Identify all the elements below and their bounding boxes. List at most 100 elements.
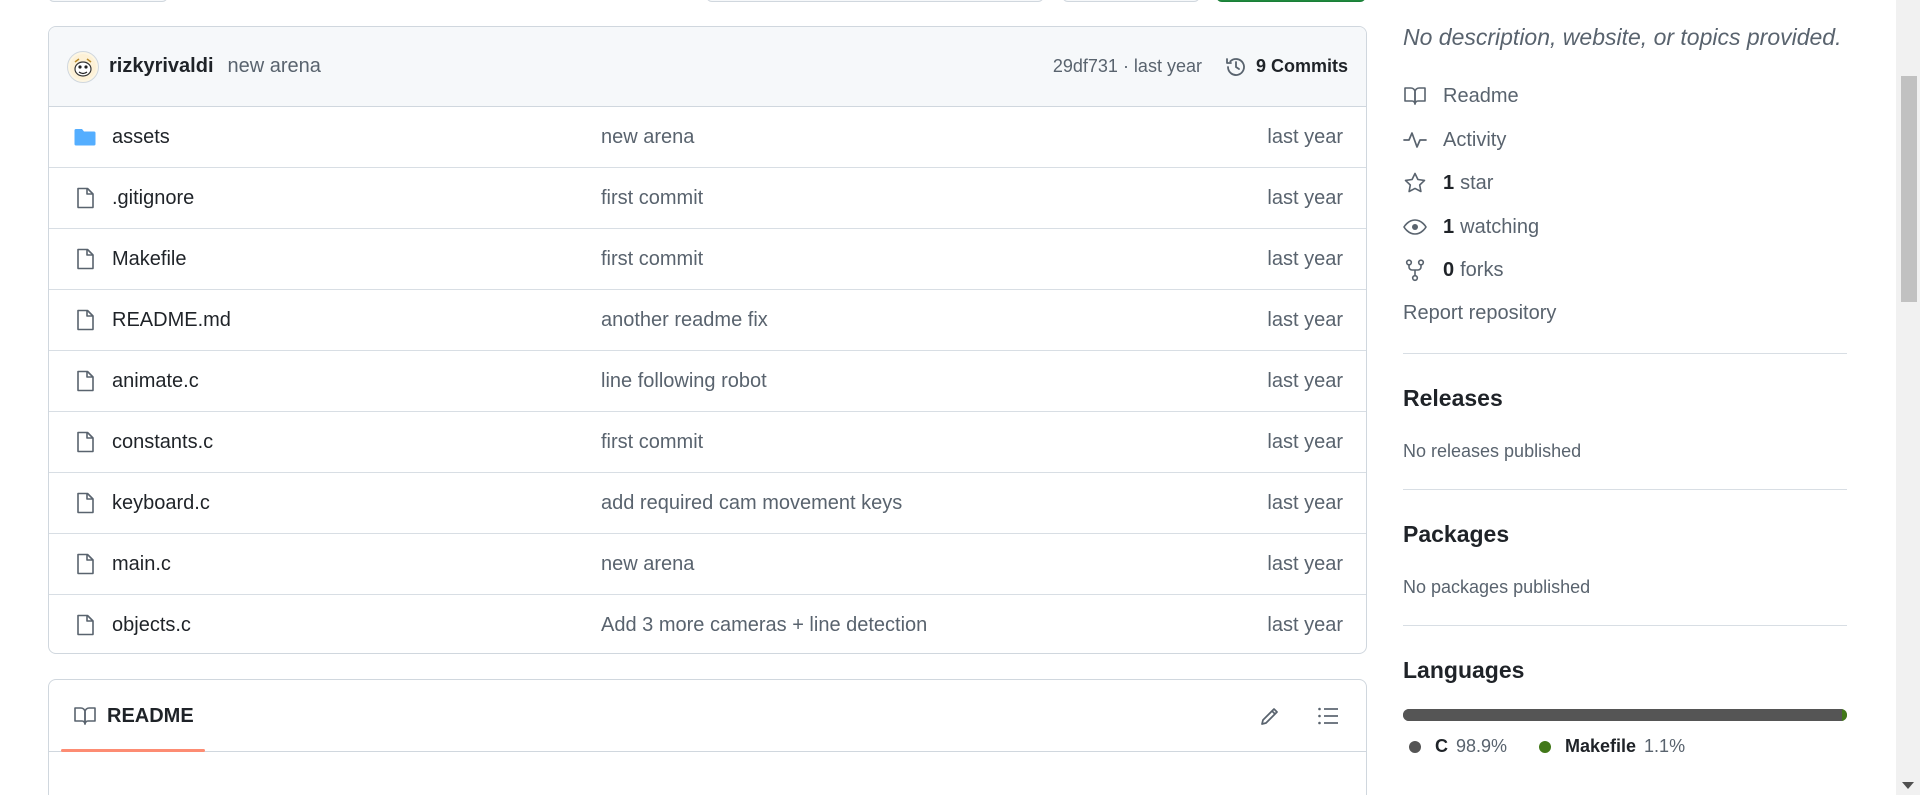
file-name-link[interactable]: constants.c xyxy=(112,431,213,454)
avatar[interactable] xyxy=(67,50,99,83)
add-file-button[interactable] xyxy=(1062,0,1200,2)
language-c-link[interactable]: C 98.9% xyxy=(1409,736,1507,757)
folder-icon xyxy=(73,125,97,149)
file-row[interactable]: assets new arena last year xyxy=(49,107,1366,168)
file-commit-time: last year xyxy=(1267,125,1343,148)
language-bar-segment-c[interactable] xyxy=(1403,709,1843,721)
file-row[interactable]: animate.c line following robot last year xyxy=(49,351,1366,412)
file-commit-message-link[interactable]: first commit xyxy=(601,431,703,454)
file-name-link[interactable]: assets xyxy=(112,126,170,149)
activity-link-label: Activity xyxy=(1443,128,1507,151)
file-icon xyxy=(73,247,97,271)
file-icon xyxy=(77,431,94,453)
activity-link[interactable]: Activity xyxy=(1403,128,1506,152)
commit-message-link[interactable]: new arena xyxy=(228,55,321,78)
language-bar xyxy=(1403,709,1847,721)
language-bar-segment-makefile[interactable] xyxy=(1842,709,1847,721)
file-name-link[interactable]: .gitignore xyxy=(112,187,194,210)
code-button[interactable] xyxy=(1216,0,1366,2)
file-row[interactable]: Makefile first commit last year xyxy=(49,229,1366,290)
readme-box: README xyxy=(48,679,1367,795)
readme-tab-underline xyxy=(61,749,205,752)
page-scrollbar[interactable] xyxy=(1896,0,1920,795)
report-repository-link[interactable]: Report repository xyxy=(1403,302,1556,325)
file-commit-time: last year xyxy=(1267,430,1343,453)
go-to-file-input[interactable] xyxy=(706,0,1044,2)
scroll-down-arrow-icon[interactable] xyxy=(1902,782,1914,789)
file-name-link[interactable]: main.c xyxy=(112,553,171,576)
file-name-link[interactable]: animate.c xyxy=(112,370,199,393)
file-commit-time: last year xyxy=(1267,247,1343,270)
readme-link[interactable]: Readme xyxy=(1403,84,1519,108)
releases-heading[interactable]: Releases xyxy=(1403,385,1503,412)
file-commit-message-link[interactable]: line following robot xyxy=(601,370,767,393)
stars-count: 1 xyxy=(1443,171,1455,194)
file-icon xyxy=(77,370,94,392)
file-name-link[interactable]: keyboard.c xyxy=(112,492,210,515)
commits-count-label: 9 Commits xyxy=(1255,56,1348,76)
file-row[interactable]: objects.c Add 3 more cameras + line detec… xyxy=(49,595,1366,653)
language-c-dot xyxy=(1409,740,1421,753)
branch-button[interactable] xyxy=(48,0,168,2)
book-icon xyxy=(74,707,96,725)
file-commit-message-link[interactable]: another readme fix xyxy=(601,309,768,332)
file-row[interactable]: README.md another readme fix last year xyxy=(49,290,1366,351)
file-commit-message-link[interactable]: first commit xyxy=(601,187,703,210)
commit-author-link[interactable]: rizkyrivaldi xyxy=(109,55,214,78)
file-commit-message-link[interactable]: first commit xyxy=(601,248,703,271)
file-commit-message-link[interactable]: new arena xyxy=(601,126,694,149)
file-icon xyxy=(73,552,97,576)
languages-heading: Languages xyxy=(1403,657,1525,683)
file-commit-message-link[interactable]: new arena xyxy=(601,553,694,576)
file-icon xyxy=(77,309,94,331)
folder-icon xyxy=(74,129,96,146)
star-icon xyxy=(1404,172,1426,193)
file-row[interactable]: keyboard.c add required cam movement keys… xyxy=(49,473,1366,534)
file-commit-message-link[interactable]: Add 3 more cameras + line detection xyxy=(601,614,927,637)
language-c-name: C xyxy=(1435,736,1448,756)
packages-heading[interactable]: Packages xyxy=(1403,521,1509,548)
commits-history-button[interactable]: 9 Commits xyxy=(1224,55,1348,79)
file-commit-time: last year xyxy=(1267,552,1343,575)
language-makefile-link[interactable]: Makefile 1.1% xyxy=(1539,736,1685,757)
report-repository-label: Report repository xyxy=(1403,302,1557,324)
file-commit-time: last year xyxy=(1267,369,1343,392)
forks-link[interactable]: 0 forks xyxy=(1403,258,1503,282)
scrollbar-thumb[interactable] xyxy=(1901,76,1917,302)
file-rows: assets new arena last year .gitignore first … xyxy=(49,107,1366,653)
file-row[interactable]: main.c new arena last year xyxy=(49,534,1366,595)
stars-link[interactable]: 1 star xyxy=(1403,171,1493,195)
file-commit-message-link[interactable]: add required cam movement keys xyxy=(601,492,902,515)
readme-link-label: Readme xyxy=(1443,84,1519,107)
file-name-link[interactable]: objects.c xyxy=(112,614,191,637)
latest-commit-bar: rizkyrivaldi new arena 29df731 · last ye… xyxy=(49,27,1366,107)
file-list-box: rizkyrivaldi new arena 29df731 · last ye… xyxy=(48,26,1367,654)
outline-button[interactable] xyxy=(1316,704,1340,733)
file-row[interactable]: constants.c first commit last year xyxy=(49,412,1366,473)
file-commit-time: last year xyxy=(1267,491,1343,514)
language-makefile-dot xyxy=(1539,740,1551,753)
commit-hash-time[interactable]: 29df731 · last year xyxy=(1053,56,1202,77)
file-icon xyxy=(73,613,97,637)
packages-empty-text: No packages published xyxy=(1403,577,1591,597)
watching-count: 1 xyxy=(1443,215,1455,238)
pulse-icon xyxy=(1403,132,1427,148)
file-icon xyxy=(73,369,97,393)
file-name-link[interactable]: Makefile xyxy=(112,248,186,271)
file-row[interactable]: .gitignore first commit last year xyxy=(49,168,1366,229)
readme-tab[interactable]: README xyxy=(73,704,194,728)
file-name-link[interactable]: README.md xyxy=(112,309,231,332)
book-icon xyxy=(1404,87,1426,105)
file-icon xyxy=(77,187,94,209)
forks-count: 0 xyxy=(1443,258,1455,281)
file-icon xyxy=(77,614,94,636)
avatar-image-icon xyxy=(70,53,96,80)
file-icon xyxy=(73,186,97,210)
file-icon xyxy=(77,492,94,514)
sidebar-divider xyxy=(1403,353,1847,354)
file-commit-time: last year xyxy=(1267,308,1343,331)
watching-link[interactable]: 1 watching xyxy=(1403,215,1539,239)
releases-empty-text: No releases published xyxy=(1403,441,1582,461)
file-commit-time: last year xyxy=(1267,614,1343,636)
edit-readme-button[interactable] xyxy=(1258,704,1282,733)
